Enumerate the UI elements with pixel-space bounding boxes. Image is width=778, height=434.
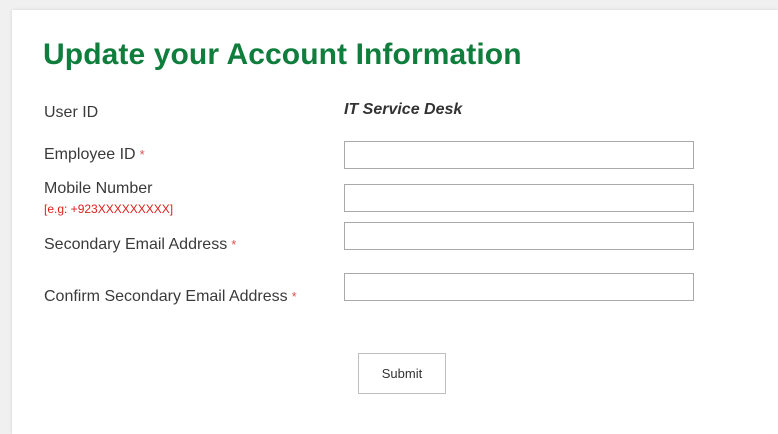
- required-marker: *: [139, 147, 145, 162]
- confirm-secondary-email-label-text: Confirm Secondary Email Address: [44, 288, 288, 305]
- mobile-number-label-text: Mobile Number: [44, 180, 153, 197]
- user-id-value: IT Service Desk: [344, 101, 463, 118]
- employee-id-label-text: Employee ID: [44, 146, 136, 163]
- required-marker: *: [291, 289, 297, 304]
- employee-id-input[interactable]: [344, 141, 694, 169]
- user-id-label: User ID: [44, 104, 98, 122]
- secondary-email-label: Secondary Email Address *: [44, 236, 236, 254]
- confirm-secondary-email-input[interactable]: [344, 273, 694, 301]
- user-id-label-text: User ID: [44, 104, 99, 121]
- submit-button[interactable]: Submit: [358, 353, 446, 394]
- required-marker: *: [231, 237, 237, 252]
- page-title: Update your Account Information: [43, 38, 522, 71]
- employee-id-label: Employee ID *: [44, 146, 145, 164]
- secondary-email-input[interactable]: [344, 222, 694, 250]
- secondary-email-label-text: Secondary Email Address: [44, 236, 228, 253]
- mobile-number-label: Mobile Number: [44, 180, 152, 198]
- mobile-number-input[interactable]: [344, 184, 694, 212]
- confirm-secondary-email-label: Confirm Secondary Email Address *: [44, 288, 297, 306]
- mobile-number-hint: [e.g: +923XXXXXXXXX]: [44, 202, 174, 216]
